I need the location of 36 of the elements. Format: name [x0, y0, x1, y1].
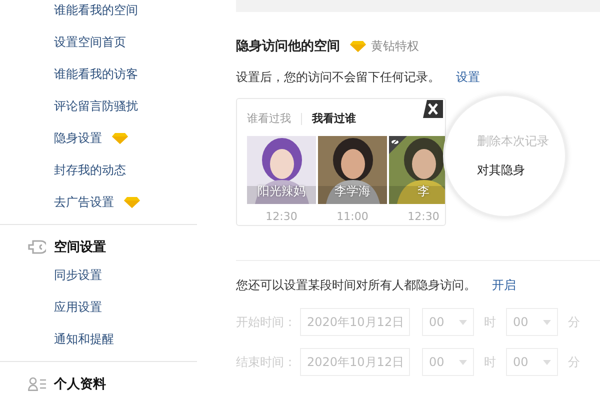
visit-time: 12:30	[408, 210, 440, 223]
description-text: 设置后，您的访问不会留下任何记录。	[236, 69, 440, 86]
sidebar-item[interactable]: 同步设置	[0, 259, 197, 291]
sidebar-item[interactable]: 隐身设置	[0, 122, 197, 154]
visit-time: 12:30	[266, 210, 298, 223]
section-title: 个人资料	[54, 376, 106, 393]
hidden-eye-icon	[389, 136, 407, 154]
sidebar-item[interactable]: 去广告设置	[0, 186, 197, 218]
sidebar-item[interactable]: 谁能看我的空间	[0, 0, 197, 26]
caret-icon	[459, 360, 467, 364]
privilege-label: 黄钻特权	[371, 38, 419, 54]
section-title: 隐身访问他的空间	[236, 38, 340, 55]
visitor-name: 李	[416, 183, 430, 200]
close-icon[interactable]	[423, 100, 443, 118]
sidebar-item[interactable]: 评论留言防骚扰	[0, 90, 197, 122]
sidebar-item[interactable]: 封存我的动态	[0, 154, 197, 186]
menu-item[interactable]: 对其隐身	[477, 162, 565, 179]
section-title: 空间设置	[54, 238, 106, 256]
profile-icon	[28, 377, 46, 391]
diamond-icon	[350, 40, 366, 52]
diamond-icon	[112, 132, 128, 144]
sidebar-item[interactable]: 应用设置	[0, 291, 197, 323]
visit-time: 11:00	[336, 210, 368, 223]
sidebar-item[interactable]: 谁能看我的访客	[0, 58, 197, 90]
visitor-name: 阳光辣妈	[256, 183, 306, 200]
schedule-text: 您还可以设置某段时间对所有人都隐身访问。	[236, 277, 476, 294]
plug-icon	[28, 240, 46, 254]
caret-icon	[543, 320, 551, 324]
caret-icon	[543, 360, 551, 364]
preview-tab[interactable]: 我看过谁	[312, 111, 356, 126]
caret-icon	[459, 320, 467, 324]
settings-link[interactable]: 设置	[456, 69, 480, 86]
sidebar-item[interactable]: 通知和提醒	[0, 323, 197, 355]
sidebar-item[interactable]: 设置空间首页	[0, 26, 197, 58]
diamond-icon	[124, 196, 140, 208]
visitor-name: 李学海	[334, 183, 372, 200]
